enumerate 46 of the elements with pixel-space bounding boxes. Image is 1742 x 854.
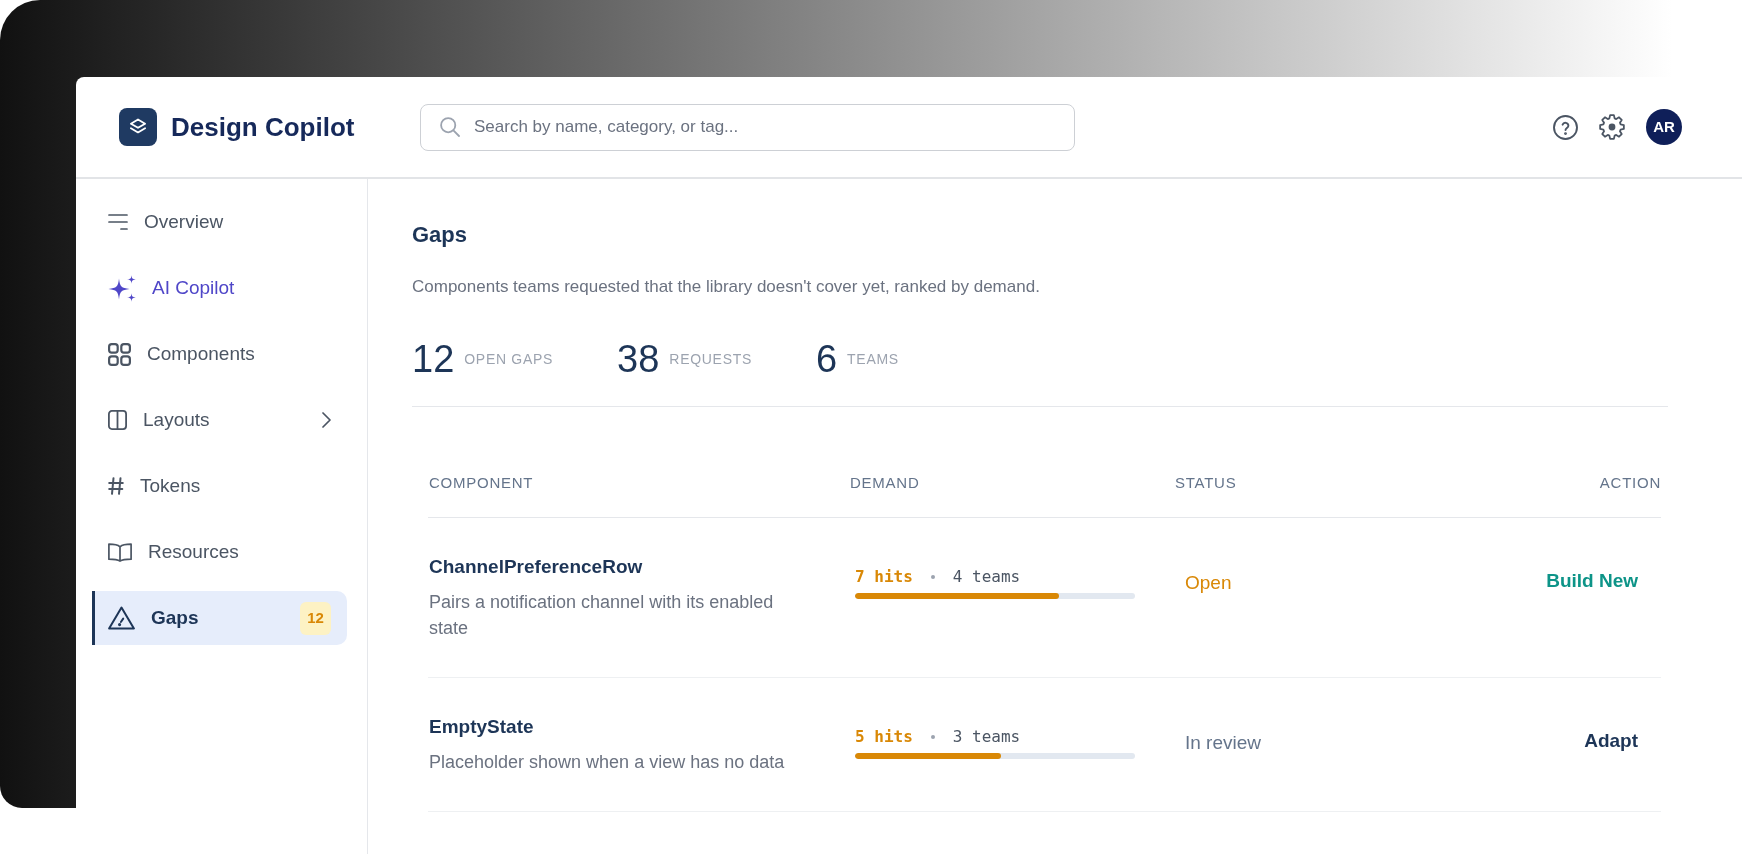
sidebar-item[interactable]: Layouts xyxy=(92,393,347,447)
hit-count: 5 hits xyxy=(855,727,913,747)
stat-label: OPEN GAPS xyxy=(464,349,554,369)
team-count: 3 teams xyxy=(952,727,1021,747)
sidebar-item[interactable]: Tokens xyxy=(92,459,347,513)
action-button[interactable]: Build New xyxy=(1538,564,1646,598)
stat-value: 6 xyxy=(815,337,838,381)
grid-icon xyxy=(108,342,131,366)
column-header: DEMAND xyxy=(850,473,920,493)
stat-label: REQUESTS xyxy=(669,349,752,369)
lines-icon xyxy=(108,213,128,231)
status-label: In review xyxy=(1185,731,1262,755)
search-field[interactable]: Search by name, category, or tag... xyxy=(420,103,1075,151)
sidebar-item[interactable]: Overview xyxy=(92,195,347,249)
warning-triangle-icon xyxy=(108,606,135,630)
status-label: Open xyxy=(1185,571,1232,595)
component-name: ChannelPreferenceRow xyxy=(429,555,643,579)
stat-value: 38 xyxy=(617,337,660,381)
logo-icon xyxy=(119,108,157,146)
help-icon[interactable] xyxy=(1553,114,1578,140)
page-description: Components teams requested that the library doesn't cover yet, ranked by demand. xyxy=(412,276,1040,298)
sidebar-item[interactable]: Components xyxy=(92,327,347,381)
sidebar-item[interactable]: Gaps 12 xyxy=(92,591,347,645)
app-title: Design Copilot xyxy=(171,111,355,143)
stat-value: 12 xyxy=(412,337,455,381)
component-description: Placeholder shown when a view has no data xyxy=(429,751,785,774)
sidebar-item[interactable]: AI Copilot xyxy=(92,261,347,315)
component-name: EmptyState xyxy=(429,715,534,739)
user-avatar[interactable]: AR xyxy=(1646,109,1682,145)
count-badge: 12 xyxy=(300,601,331,635)
column-header: COMPONENT xyxy=(428,473,534,493)
settings-icon[interactable] xyxy=(1599,114,1625,140)
hit-count: 7 hits xyxy=(855,567,913,587)
team-count: 4 teams xyxy=(952,567,1021,587)
columns-icon xyxy=(108,410,127,430)
search-icon xyxy=(440,116,460,137)
book-icon xyxy=(108,542,132,562)
column-header: STATUS xyxy=(1175,473,1237,493)
sparkle-icon xyxy=(108,274,136,302)
page-title: Gaps xyxy=(412,222,468,248)
stat-label: TEAMS xyxy=(847,349,899,369)
component-description: Pairs a notification channel with its enabled state xyxy=(429,591,775,640)
column-header: ACTION xyxy=(1599,473,1661,493)
sidebar-item[interactable]: Resources xyxy=(92,525,347,579)
hash-icon xyxy=(108,477,124,495)
action-button[interactable]: Adapt xyxy=(1576,724,1646,758)
